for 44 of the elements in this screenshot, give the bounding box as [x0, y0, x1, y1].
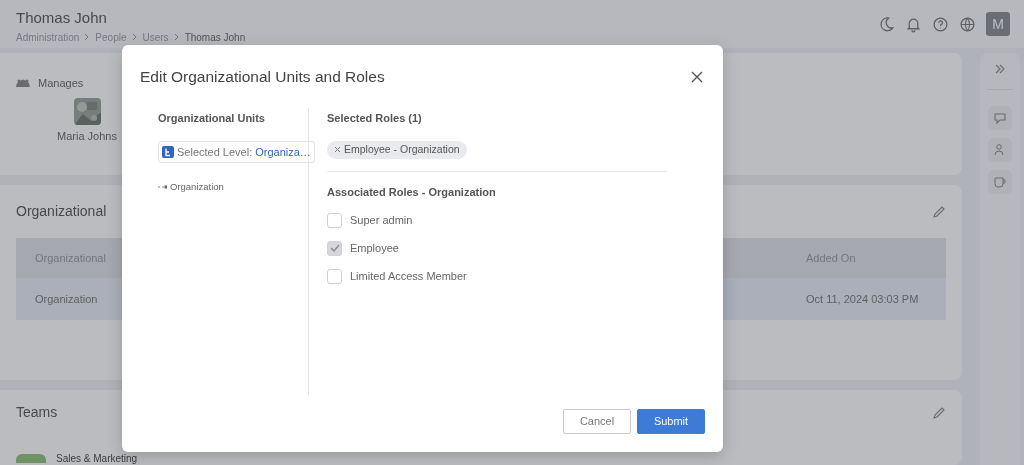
cancel-button[interactable]: Cancel	[563, 409, 631, 434]
team-avatar	[16, 454, 46, 463]
user-avatar[interactable]: M	[986, 12, 1010, 36]
tree-item[interactable]: Organization	[170, 179, 224, 194]
checkbox[interactable]	[327, 212, 342, 228]
checkbox-label: Limited Access Member	[350, 268, 467, 284]
submit-button[interactable]: Submit	[637, 409, 705, 434]
breadcrumb-link[interactable]: Users	[142, 29, 169, 45]
breadcrumb-link[interactable]: Administration	[16, 29, 80, 45]
chevron-right-icon	[173, 33, 180, 41]
section-title: Manages	[38, 76, 84, 91]
selected-level-field[interactable]: Selected Level: Organiza…	[158, 140, 315, 164]
team-name[interactable]: Sales & Marketing	[56, 453, 138, 465]
section-title: Organizational	[16, 202, 107, 221]
breadcrumb-current: Thomas John	[184, 30, 246, 45]
page-title: Thomas John	[16, 10, 108, 27]
tree-connector-icon	[158, 184, 167, 189]
cup-icon[interactable]	[988, 170, 1012, 194]
table-cell-text: Organization	[35, 291, 99, 307]
breadcrumb-link[interactable]: People	[95, 29, 127, 45]
column-heading: Selected Roles (1)	[327, 111, 423, 127]
help-icon[interactable]	[932, 15, 949, 33]
remove-icon[interactable]	[334, 146, 341, 154]
chevrons-right-icon[interactable]	[994, 63, 1006, 75]
role-chip: Employee - Organization	[327, 140, 467, 159]
checkbox-label: Employee	[350, 240, 399, 256]
globe-icon[interactable]	[959, 15, 976, 33]
chat-icon[interactable]	[988, 106, 1012, 130]
table-cell-text: Oct 11, 2024 03:03 PM	[806, 291, 919, 307]
users-icon[interactable]	[988, 138, 1012, 162]
group-icon	[16, 79, 30, 88]
edit-icon[interactable]	[932, 405, 946, 420]
edit-icon[interactable]	[932, 204, 946, 219]
section-title: Teams	[16, 403, 58, 422]
modal-title: Edit Organizational Units and Roles	[140, 67, 385, 87]
close-icon[interactable]	[691, 70, 703, 83]
chevron-right-icon	[131, 33, 138, 41]
checkbox-label: Super admin	[350, 212, 413, 228]
hierarchy-icon	[162, 146, 174, 158]
checkbox[interactable]	[327, 268, 342, 284]
chevron-right-icon	[84, 33, 91, 41]
moon-icon[interactable]	[878, 15, 895, 33]
column-heading: Organizational Units	[158, 111, 266, 127]
section-heading: Associated Roles - Organization	[327, 184, 497, 200]
